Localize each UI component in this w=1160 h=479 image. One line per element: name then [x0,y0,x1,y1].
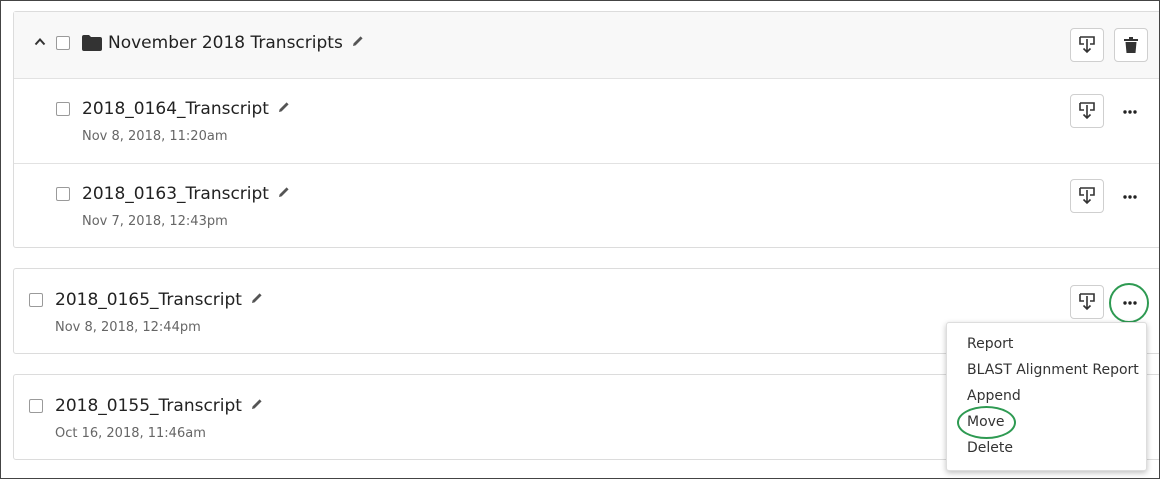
folder-title: November 2018 Transcripts [108,33,343,53]
more-actions-button[interactable] [1118,291,1142,315]
folder-title-wrap: November 2018 Transcripts [108,33,364,53]
menu-item-delete[interactable]: Delete [967,440,1013,456]
actions-menu: Report BLAST Alignment Report Append Mov… [946,322,1147,471]
item-checkbox[interactable] [56,102,70,116]
menu-item-blast-alignment-report[interactable]: BLAST Alignment Report [967,362,1139,378]
list-item: 2018_0163_Transcript Nov 7, 2018, 12:43p… [14,163,1159,248]
pencil-icon[interactable] [251,398,263,410]
download-button[interactable] [1070,94,1104,128]
trash-icon [1124,37,1138,53]
pencil-icon[interactable] [278,101,290,113]
item-date: Nov 7, 2018, 12:43pm [82,214,228,229]
download-button[interactable] [1070,285,1104,319]
folder-delete-button[interactable] [1114,28,1148,62]
download-button[interactable] [1070,179,1104,213]
folder-checkbox[interactable] [56,36,70,50]
item-date: Nov 8, 2018, 11:20am [82,129,228,144]
more-actions-button[interactable] [1118,100,1142,124]
ellipsis-icon [1123,195,1137,199]
pencil-icon[interactable] [278,186,290,198]
item-title-wrap: 2018_0155_Transcript [55,396,263,416]
ellipsis-icon [1123,110,1137,114]
folder-download-button[interactable] [1070,28,1104,62]
item-title-wrap: 2018_0164_Transcript [82,99,290,119]
menu-item-move[interactable]: Move [967,414,1005,430]
item-title[interactable]: 2018_0155_Transcript [55,396,242,416]
item-checkbox[interactable] [56,187,70,201]
folder-card: November 2018 Transcripts 2018_0164_Tran… [13,11,1159,248]
menu-item-append[interactable]: Append [967,388,1021,404]
item-title[interactable]: 2018_0165_Transcript [55,290,242,310]
pencil-icon[interactable] [251,292,263,304]
transcript-list-frame: November 2018 Transcripts 2018_0164_Tran… [0,0,1160,479]
download-icon [1079,293,1095,311]
item-title-wrap: 2018_0163_Transcript [82,184,290,204]
menu-item-report[interactable]: Report [967,336,1013,352]
download-icon [1079,187,1095,205]
folder-header: November 2018 Transcripts [14,12,1159,79]
pencil-icon[interactable] [352,35,364,47]
download-icon [1079,102,1095,120]
chevron-up-icon[interactable] [34,36,46,48]
download-icon [1079,36,1095,54]
folder-icon [82,35,102,51]
item-title[interactable]: 2018_0163_Transcript [82,184,269,204]
item-date: Nov 8, 2018, 12:44pm [55,320,201,335]
item-title-wrap: 2018_0165_Transcript [55,290,263,310]
ellipsis-icon [1123,301,1137,305]
item-date: Oct 16, 2018, 11:46am [55,426,206,441]
item-checkbox[interactable] [29,399,43,413]
list-item: 2018_0164_Transcript Nov 8, 2018, 11:20a… [14,78,1159,164]
more-actions-button[interactable] [1118,185,1142,209]
item-checkbox[interactable] [29,293,43,307]
item-title[interactable]: 2018_0164_Transcript [82,99,269,119]
